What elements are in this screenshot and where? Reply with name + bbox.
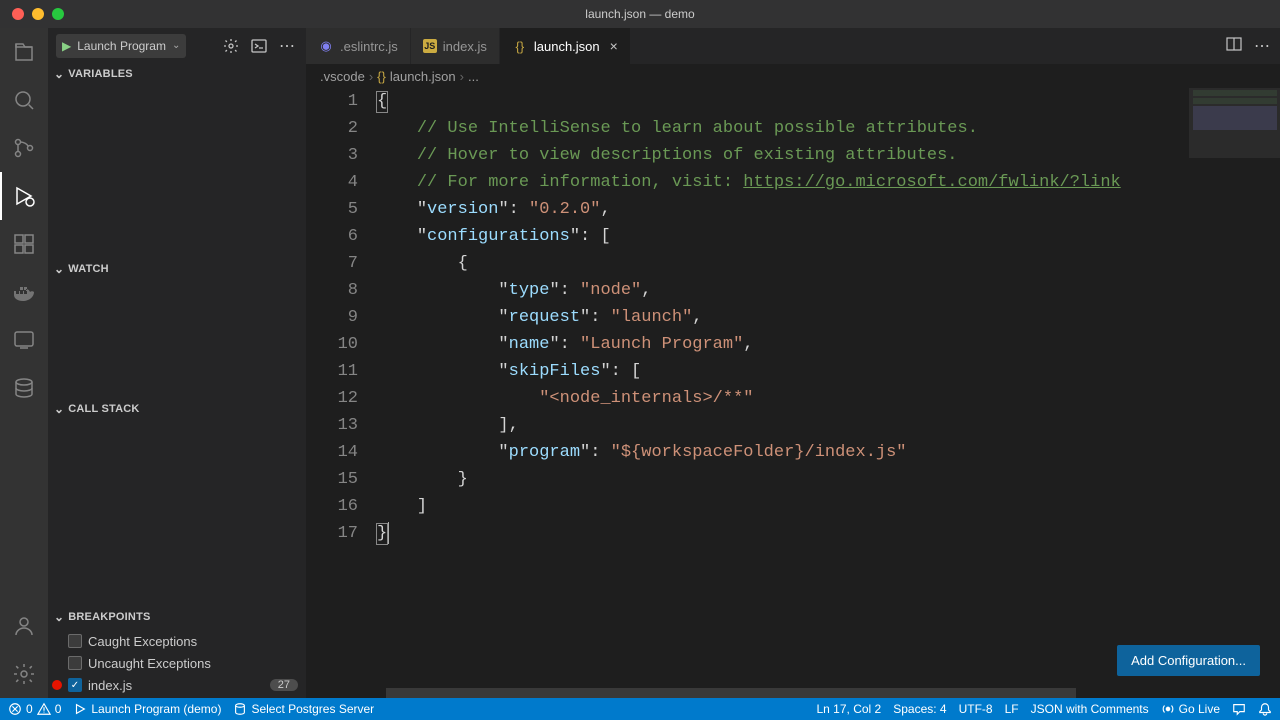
- breadcrumb-folder[interactable]: .vscode: [320, 69, 365, 84]
- status-language[interactable]: JSON with Comments: [1031, 702, 1149, 716]
- callstack-section-header[interactable]: ⌄ CALL STACK: [48, 398, 306, 420]
- title-bar: launch.json — demo: [0, 0, 1280, 28]
- maximize-window-icon[interactable]: [52, 8, 64, 20]
- chevron-down-icon: ⌄: [54, 67, 64, 81]
- scrollbar-thumb[interactable]: [386, 688, 1076, 698]
- tab-label: index.js: [443, 39, 487, 54]
- gear-icon[interactable]: [220, 35, 242, 57]
- split-editor-icon[interactable]: [1226, 36, 1242, 57]
- breakpoints-section-header[interactable]: ⌄ BREAKPOINTS: [48, 606, 306, 628]
- status-postgres[interactable]: Select Postgres Server: [233, 702, 374, 716]
- breadcrumb-file[interactable]: launch.json: [390, 69, 456, 84]
- status-bar: 0 0 Launch Program (demo) Select Postgre…: [0, 698, 1280, 720]
- chevron-down-icon: ⌄: [172, 40, 180, 51]
- minimize-window-icon[interactable]: [32, 8, 44, 20]
- section-label: CALL STACK: [68, 403, 139, 415]
- editor-group: ◉ .eslintrc.js JS index.js {} launch.jso…: [306, 28, 1280, 698]
- launch-config-selector[interactable]: ▶ Launch Program ⌄: [56, 34, 186, 58]
- window-title: launch.json — demo: [585, 7, 694, 21]
- minimap-viewport[interactable]: [1189, 88, 1280, 158]
- breakpoint-caught-exceptions[interactable]: Caught Exceptions: [48, 630, 306, 652]
- explorer-icon[interactable]: [0, 28, 48, 76]
- chevron-down-icon: ⌄: [54, 262, 64, 276]
- section-label: WATCH: [68, 263, 109, 275]
- breakpoint-file[interactable]: ✓ index.js 27: [48, 674, 306, 696]
- launch-config-name: Launch Program: [77, 39, 166, 53]
- tab-label: .eslintrc.js: [340, 39, 398, 54]
- debug-console-icon[interactable]: [248, 35, 270, 57]
- close-window-icon[interactable]: [12, 8, 24, 20]
- status-launch-config[interactable]: Launch Program (demo): [73, 702, 221, 716]
- section-label: BREAKPOINTS: [68, 611, 150, 623]
- warning-count: 0: [55, 702, 62, 716]
- horizontal-scrollbar[interactable]: [306, 688, 1280, 698]
- eslint-icon: ◉: [318, 38, 334, 54]
- tab-label: launch.json: [534, 39, 600, 54]
- chevron-down-icon: ⌄: [54, 402, 64, 416]
- close-icon[interactable]: ×: [610, 38, 618, 54]
- section-label: VARIABLES: [68, 68, 133, 80]
- database-icon[interactable]: [0, 364, 48, 412]
- chevron-right-icon: ›: [369, 69, 373, 84]
- settings-gear-icon[interactable]: [0, 650, 48, 698]
- traffic-lights: [0, 8, 64, 20]
- chevron-down-icon: ⌄: [54, 610, 64, 624]
- add-configuration-button[interactable]: Add Configuration...: [1117, 645, 1260, 676]
- tab-launch-json[interactable]: {} launch.json ×: [500, 28, 631, 64]
- docker-icon[interactable]: [0, 268, 48, 316]
- source-control-icon[interactable]: [0, 124, 48, 172]
- variables-section-header[interactable]: ⌄ VARIABLES: [48, 63, 306, 85]
- breakpoint-label: index.js: [88, 678, 132, 693]
- status-label: Launch Program (demo): [91, 702, 221, 716]
- breakpoint-uncaught-exceptions[interactable]: Uncaught Exceptions: [48, 652, 306, 674]
- status-indentation[interactable]: Spaces: 4: [893, 702, 946, 716]
- line-gutter: 1234567891011121314151617: [306, 88, 376, 688]
- activity-bar: [0, 28, 48, 698]
- json-icon: {}: [377, 69, 386, 84]
- remote-icon[interactable]: [0, 316, 48, 364]
- run-debug-sidebar: ▶ Launch Program ⌄ ⋯ ⌄ VARIABLES ⌄ W: [48, 28, 306, 698]
- status-encoding[interactable]: UTF-8: [959, 702, 993, 716]
- run-debug-icon[interactable]: [0, 172, 48, 220]
- tab-eslintrc[interactable]: ◉ .eslintrc.js: [306, 28, 411, 64]
- tab-index-js[interactable]: JS index.js: [411, 28, 500, 64]
- search-icon[interactable]: [0, 76, 48, 124]
- code-content[interactable]: { // Use IntelliSense to learn about pos…: [376, 88, 1280, 688]
- status-golive[interactable]: Go Live: [1161, 702, 1220, 716]
- checkbox-icon[interactable]: [68, 634, 82, 648]
- debug-toolbar: ▶ Launch Program ⌄ ⋯: [48, 28, 306, 63]
- more-icon[interactable]: ⋯: [276, 35, 298, 57]
- breadcrumb-trail[interactable]: ...: [468, 69, 479, 84]
- error-count: 0: [26, 702, 33, 716]
- status-problems[interactable]: 0 0: [8, 702, 61, 716]
- tab-bar: ◉ .eslintrc.js JS index.js {} launch.jso…: [306, 28, 1280, 64]
- breakpoint-label: Caught Exceptions: [88, 634, 197, 649]
- play-icon: ▶: [62, 39, 71, 53]
- checkbox-icon[interactable]: [68, 656, 82, 670]
- minimap[interactable]: [1188, 88, 1280, 688]
- status-feedback-icon[interactable]: [1232, 702, 1246, 716]
- breadcrumbs[interactable]: .vscode › {} launch.json › ...: [306, 64, 1280, 88]
- status-label: Select Postgres Server: [251, 702, 374, 716]
- breakpoint-label: Uncaught Exceptions: [88, 656, 211, 671]
- extensions-icon[interactable]: [0, 220, 48, 268]
- account-icon[interactable]: [0, 602, 48, 650]
- checkbox-icon[interactable]: ✓: [68, 678, 82, 692]
- chevron-right-icon: ›: [460, 69, 464, 84]
- json-icon: {}: [512, 38, 528, 54]
- js-icon: JS: [423, 39, 437, 53]
- status-bell-icon[interactable]: [1258, 702, 1272, 716]
- breakpoint-line-badge: 27: [270, 679, 298, 691]
- breakpoint-dot-icon: [52, 680, 62, 690]
- status-eol[interactable]: LF: [1005, 702, 1019, 716]
- code-editor[interactable]: 1234567891011121314151617 { // Use Intel…: [306, 88, 1280, 688]
- more-icon[interactable]: ⋯: [1254, 36, 1270, 56]
- status-cursor-position[interactable]: Ln 17, Col 2: [817, 702, 882, 716]
- watch-section-header[interactable]: ⌄ WATCH: [48, 258, 306, 280]
